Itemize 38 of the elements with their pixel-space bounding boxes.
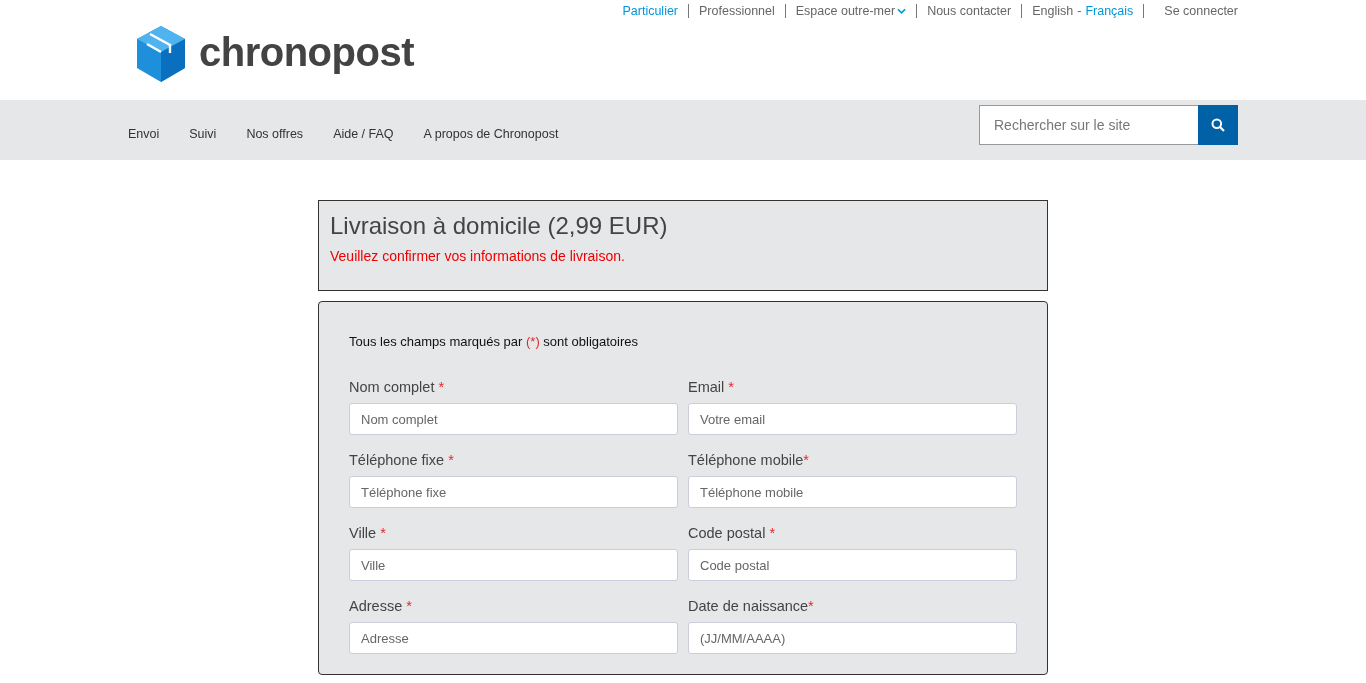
input-field[interactable]: Adresse — [349, 622, 678, 654]
chevron-down-icon — [897, 8, 907, 14]
field-label: Code postal * — [688, 525, 777, 541]
cube-logo-icon — [137, 26, 185, 82]
field-label: Téléphone mobile* — [688, 452, 810, 468]
top-link[interactable]: Nous contacter — [916, 4, 1022, 18]
language-separator: - — [1077, 4, 1082, 18]
search-icon — [1211, 118, 1225, 132]
input-field[interactable]: Code postal — [688, 549, 1017, 581]
input-field[interactable]: (JJ/MM/AAAA) — [688, 622, 1017, 654]
field-label: Adresse * — [349, 598, 413, 614]
input-field[interactable]: Nom complet — [349, 403, 678, 435]
field-label: Email * — [688, 379, 735, 395]
search-button[interactable] — [1198, 105, 1238, 145]
delivery-title: Livraison à domicile (2,99 EUR) — [330, 212, 669, 240]
language-link[interactable]: Français — [1085, 4, 1134, 18]
top-link[interactable]: Particulier — [612, 4, 689, 18]
required-note: Tous les champs marqués par (*) sont obligatoires — [349, 334, 640, 349]
nav-link[interactable]: A propos de Chronopost — [423, 127, 559, 141]
confirm-message: Veuillez confirmer vos informations de livraison. — [330, 248, 626, 264]
nav-link[interactable]: Envoi — [128, 127, 160, 141]
field-label: Date de naissance* — [688, 598, 815, 614]
search-field[interactable]: Rechercher sur le site — [979, 105, 1198, 145]
nav-link[interactable]: Aide / FAQ — [333, 127, 394, 141]
input-field[interactable]: Téléphone fixe — [349, 476, 678, 508]
top-link[interactable]: Professionnel — [688, 4, 785, 18]
language-link[interactable]: English — [1032, 4, 1074, 18]
input-field[interactable]: Téléphone mobile — [688, 476, 1017, 508]
input-field[interactable]: Ville — [349, 549, 678, 581]
input-field[interactable]: Votre email — [688, 403, 1017, 435]
field-label: Nom complet * — [349, 379, 446, 395]
dropdown-link[interactable]: Espace outre-mer — [784, 4, 917, 18]
login-link[interactable]: Se connecter — [1143, 4, 1238, 18]
field-label: Ville * — [349, 525, 387, 541]
nav-link[interactable]: Suivi — [189, 127, 217, 141]
nav-link[interactable]: Nos offres — [246, 127, 304, 141]
logo-wordmark: chronopost — [199, 29, 414, 76]
field-label: Téléphone fixe * — [349, 452, 455, 468]
